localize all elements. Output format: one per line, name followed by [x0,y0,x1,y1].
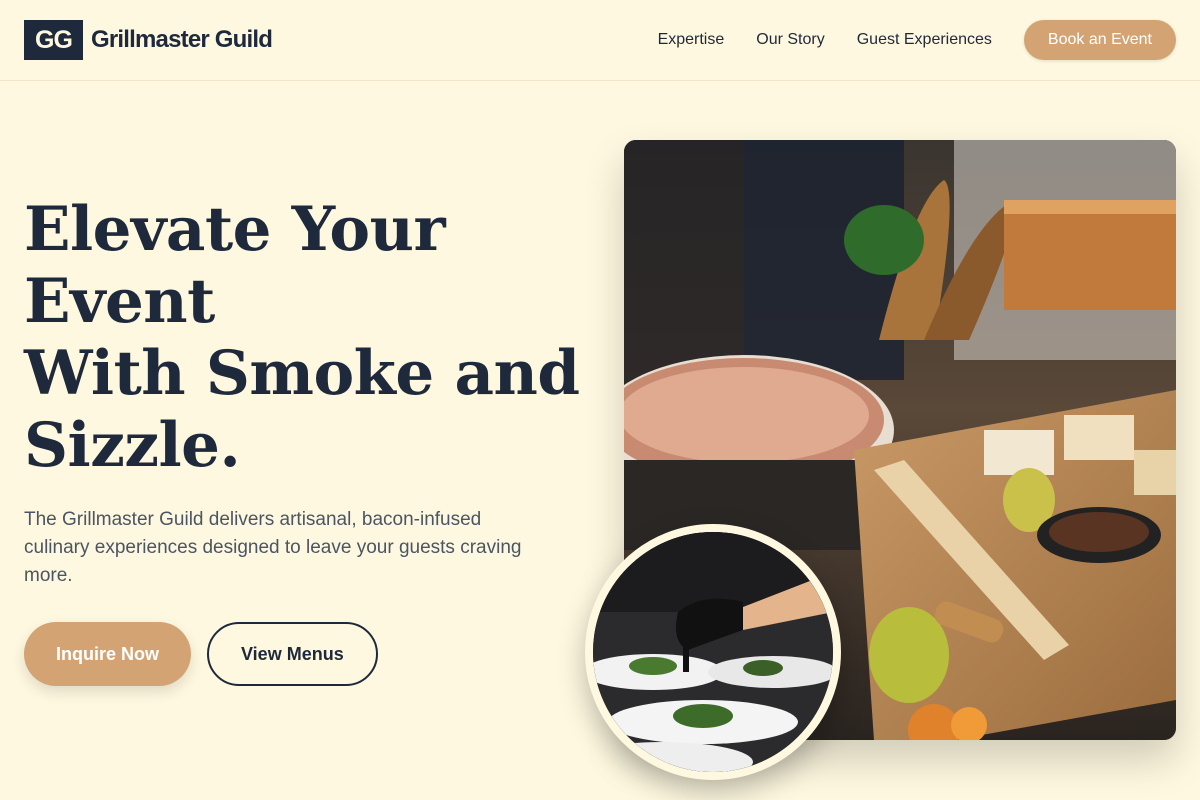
nav-link-our-story[interactable]: Our Story [756,31,824,49]
book-event-button[interactable]: Book an Event [1023,20,1176,60]
brand[interactable]: GG Grillmaster Guild [24,20,273,60]
hero-title: Elevate Your Event With Smoke and Sizzle… [24,194,584,482]
inset-chef-photo [585,524,841,780]
hero-title-line: With Smoke and [24,338,580,409]
chef-plating-illustration [593,532,833,772]
hero-title-line: Sizzle. [24,410,241,481]
nav-link-guest-experiences[interactable]: Guest Experiences [857,31,992,49]
main-nav: Expertise Our Story Guest Experiences Bo… [658,20,1176,60]
site-header: GG Grillmaster Guild Expertise Our Story… [0,0,1200,81]
hero-title-line: Elevate Your [24,194,446,265]
hero-title-line: Event [24,266,215,337]
logo-mark[interactable]: GG [24,20,83,60]
hero-cta-row: Inquire Now View Menus [24,622,378,686]
view-menus-button[interactable]: View Menus [207,622,378,686]
inquire-now-button[interactable]: Inquire Now [24,622,191,686]
nav-link-expertise[interactable]: Expertise [658,31,725,49]
hero-subtitle: The Grillmaster Guild delivers artisanal… [24,509,522,586]
brand-name[interactable]: Grillmaster Guild [91,26,273,54]
